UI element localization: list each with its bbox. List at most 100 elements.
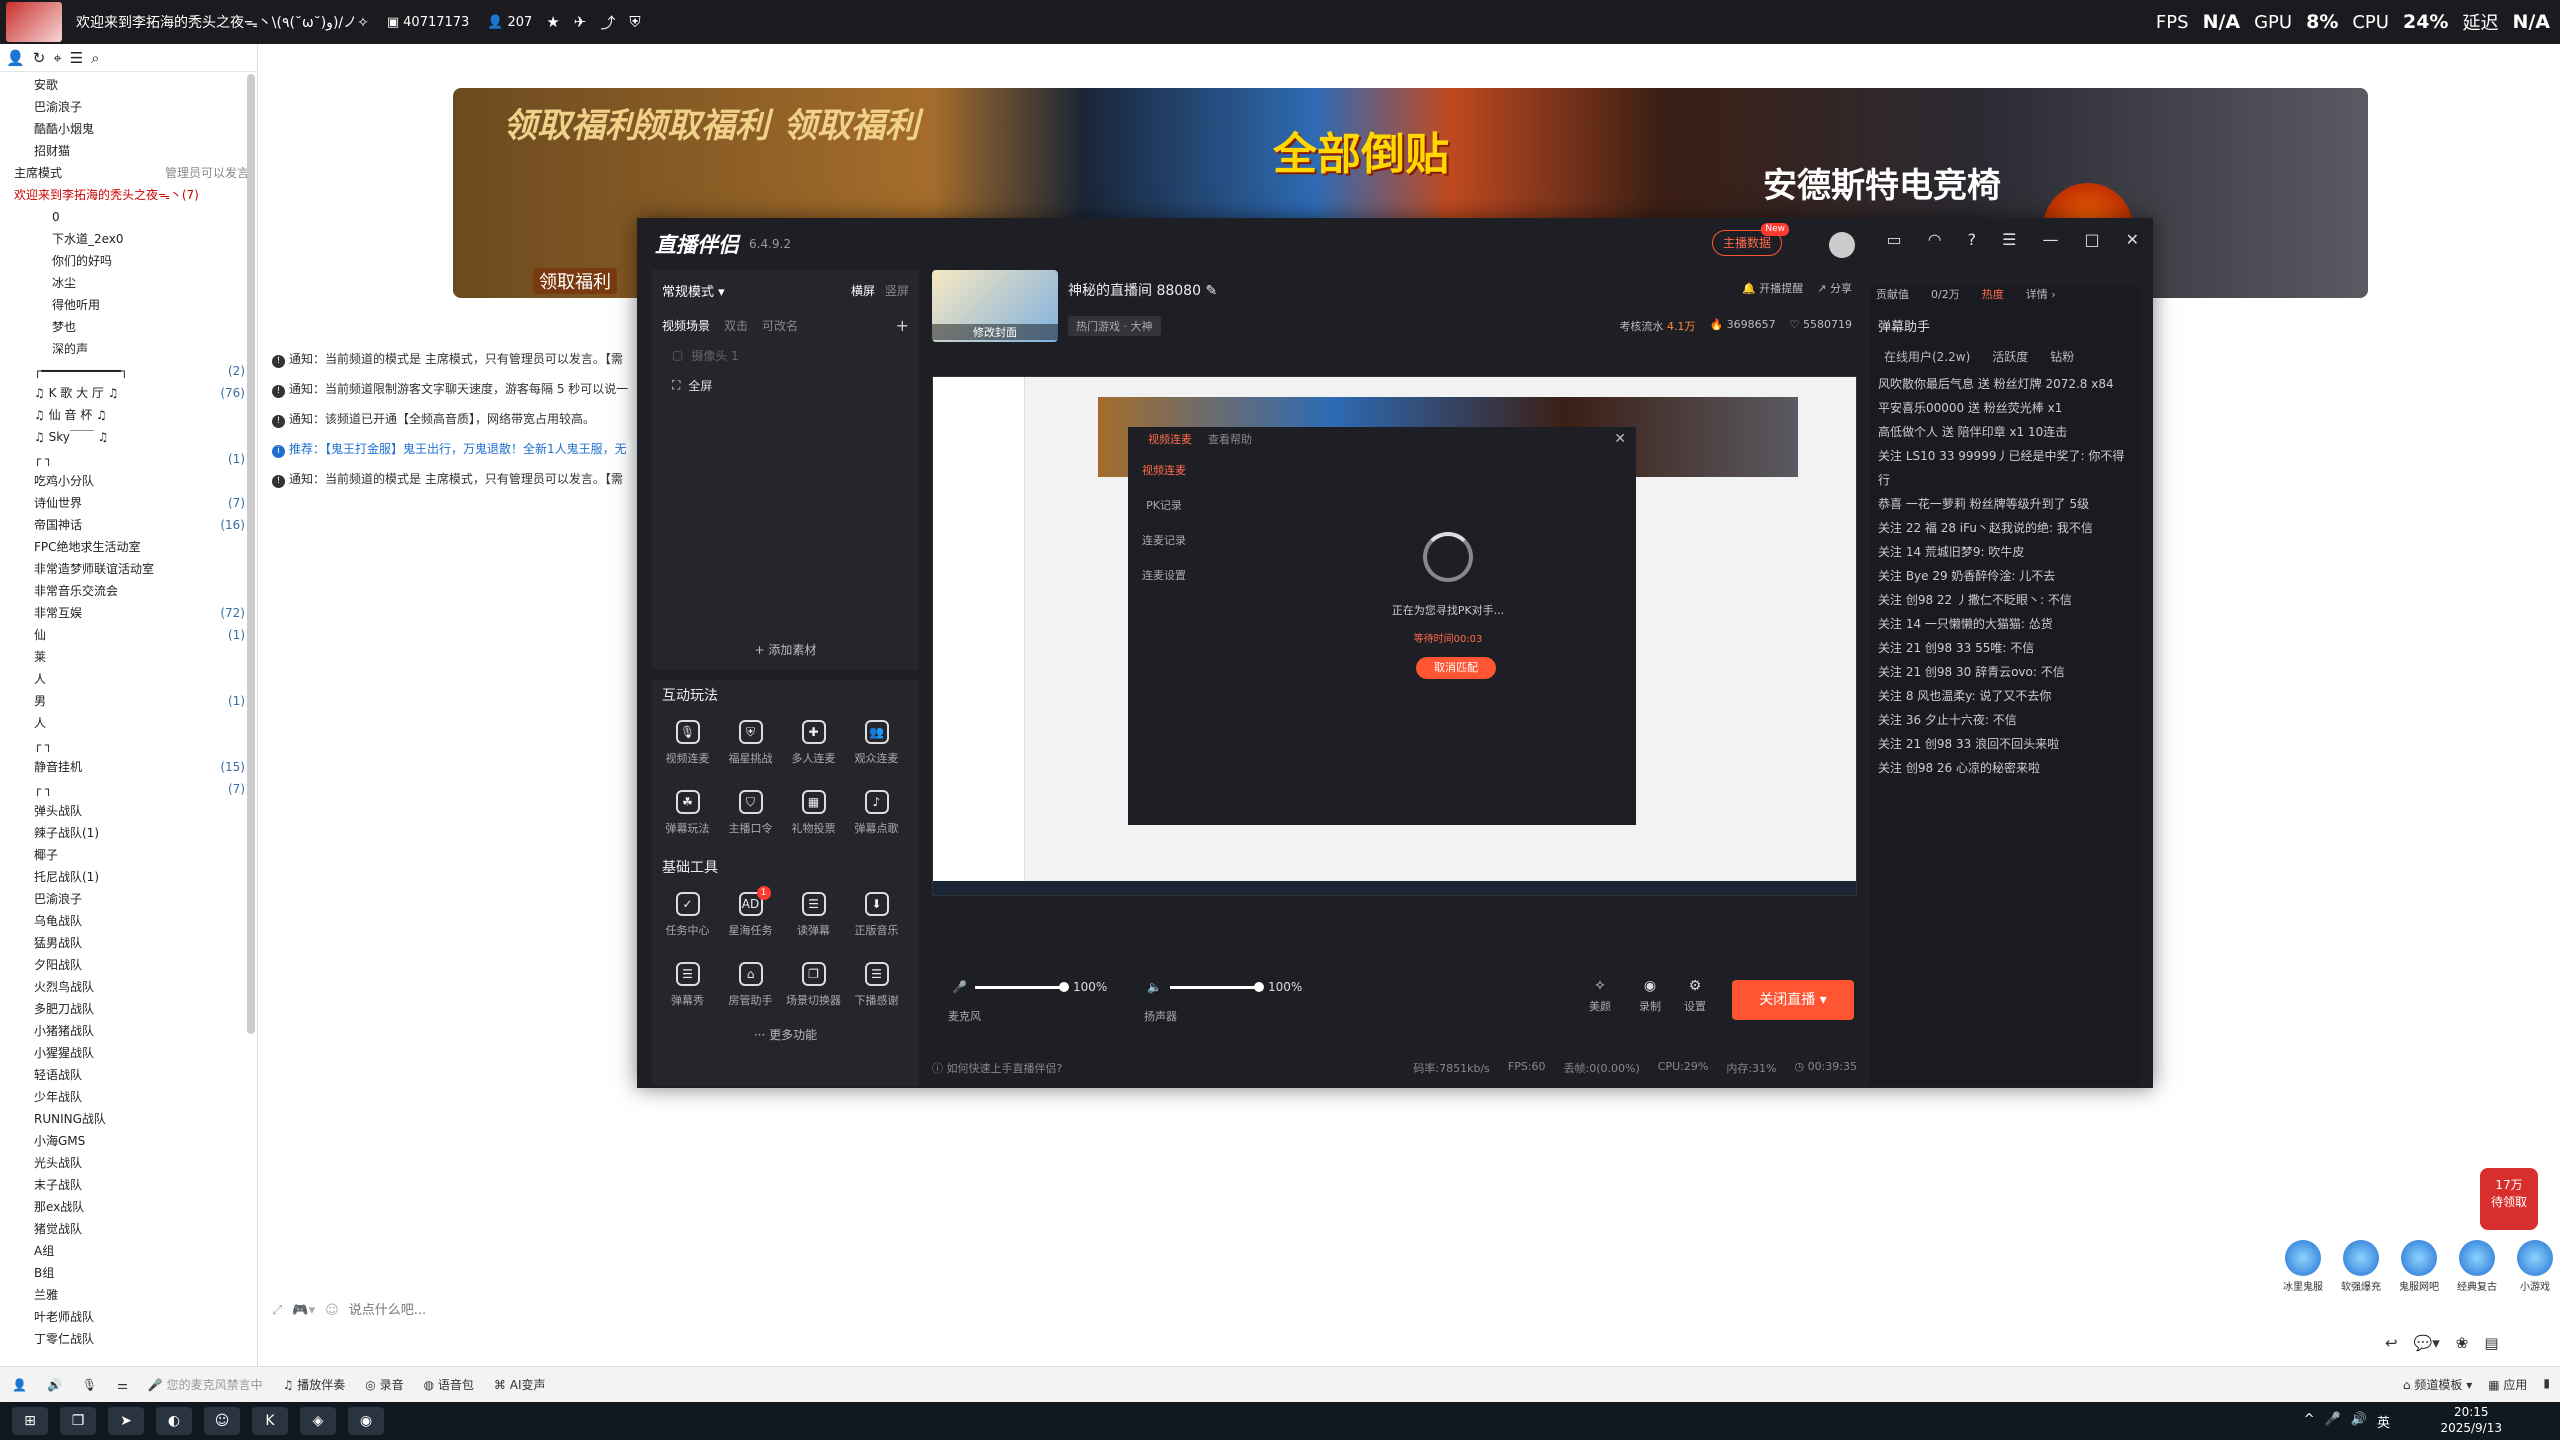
tool-basic-3[interactable]: ⬇ 正版音乐 [845, 884, 908, 946]
help-link[interactable]: ⓘ 如何快速上手直播伴侣? [932, 1060, 1062, 1076]
portrait-toggle[interactable]: 竖屏 [885, 282, 909, 299]
subchannel-item[interactable]: ┌ ┐ (1) [0, 448, 257, 470]
team-channel[interactable]: 叶老师战队 [0, 1306, 257, 1328]
gift-widget[interactable]: 17万 待领取 [2480, 1168, 2538, 1230]
tool-basic-0[interactable]: ✓ 任务中心 [656, 884, 719, 946]
channel-member[interactable]: 深的声 [0, 338, 257, 360]
subchannel-item[interactable]: ┌━━━━━━━━━━━┐ (2) [0, 360, 257, 382]
scene-mode-select[interactable]: 常规模式 ▾ [662, 281, 725, 300]
team-channel[interactable]: 光头战队 [0, 1152, 257, 1174]
team-channel[interactable]: 辣子战队(1) [0, 822, 257, 844]
app-pinned-icon[interactable]: ◉ [348, 1407, 384, 1435]
channel-member[interactable]: 招财猫 [0, 140, 257, 162]
windows-start-icon[interactable]: ⊞ [12, 1407, 48, 1435]
team-channel[interactable]: 乌龟战队 [0, 910, 257, 932]
tool-basic-2[interactable]: ☰ 读弹幕 [782, 884, 845, 946]
shield-icon[interactable]: ⛨ [629, 13, 640, 31]
mic-slider[interactable] [974, 981, 1069, 992]
subchannel-item[interactable]: 莱 [0, 646, 257, 668]
user-icon[interactable]: 👤 [6, 49, 25, 67]
close-icon[interactable]: ✕ [2126, 230, 2139, 249]
channel-member[interactable]: 0 [0, 206, 257, 228]
room-name[interactable]: 神秘的直播间 88080 ✎ [1068, 280, 1217, 300]
subchannel-item[interactable]: ♫ 仙 音 杯 ♫ [0, 404, 257, 426]
mini-app[interactable]: 鬼服网吧 [2394, 1240, 2444, 1293]
tab-online-users[interactable]: 在线用户(2.2w) [1884, 342, 1970, 372]
tab-video-scene[interactable]: 视频场景 [662, 317, 710, 334]
beauty-button[interactable]: ✧ 美颜 [1582, 978, 1618, 1014]
subchannel-item[interactable]: FPC绝地求生活动室 [0, 536, 257, 558]
subchannel-item[interactable]: 吃鸡小分队 [0, 470, 257, 492]
chat-input[interactable] [348, 1302, 949, 1318]
team-channel[interactable]: 轻语战队 [0, 1064, 257, 1086]
team-channel[interactable]: 末子战队 [0, 1174, 257, 1196]
streamer-data-button[interactable]: 主播数据 New [1712, 223, 1790, 256]
streamer-avatar[interactable] [1829, 232, 1855, 258]
list-icon[interactable]: ☰ [70, 49, 83, 67]
speaker-volume[interactable]: 🔈 100% [1147, 980, 1302, 994]
tab-help[interactable]: 查看帮助 [1208, 427, 1252, 453]
gamepad-icon[interactable]: 🎮▾ [292, 1303, 315, 1318]
chevron-up-icon[interactable]: ^ [2304, 1412, 2315, 1431]
tool-interactive-6[interactable]: ▦ 礼物投票 [782, 782, 845, 844]
tool-basic-1[interactable]: AD 1 星海任务 [719, 884, 782, 946]
room-category[interactable]: 热门游戏 · 大神 [1068, 316, 1161, 336]
settings-button[interactable]: ⚙ 设置 [1677, 978, 1713, 1014]
user-status-icon[interactable]: 👤 [12, 1378, 27, 1392]
subchannel-item[interactable]: 帝国神话 (16) [0, 514, 257, 536]
mini-app[interactable]: 小游戏 [2510, 1240, 2560, 1293]
pk-menu-item[interactable]: 连麦记录 [1128, 523, 1200, 558]
mixer-icon[interactable]: ⚌ [117, 1378, 128, 1392]
speaker-icon[interactable]: 🔈 [1147, 980, 1162, 994]
team-channel[interactable]: 托尼战队(1) [0, 866, 257, 888]
voice-pack-button[interactable]: ◍ 语音包 [424, 1376, 474, 1393]
mini-app[interactable]: 冰里鬼服 [2278, 1240, 2328, 1293]
team-channel[interactable]: 小猩猩战队 [0, 1042, 257, 1064]
subchannel-item[interactable]: 非常音乐交流会 [0, 580, 257, 602]
flower-icon[interactable]: ❀ [2456, 1334, 2469, 1352]
star-icon[interactable]: ★ [546, 13, 559, 31]
clock[interactable]: 20:15 2025/9/13 [2440, 1404, 2502, 1436]
team-channel[interactable]: 火烈鸟战队 [0, 976, 257, 998]
subchannel-item[interactable]: 男 (1) [0, 690, 257, 712]
team-channel[interactable]: 猛男战队 [0, 932, 257, 954]
team-channel[interactable]: 巴渝浪子 [0, 888, 257, 910]
input-language[interactable]: 英 [2377, 1412, 2390, 1431]
mini-app[interactable]: 软强爆充 [2336, 1240, 2386, 1293]
ai-voice-button[interactable]: ⌘ AI变声 [494, 1376, 546, 1393]
app-pinned-icon[interactable]: K [252, 1407, 288, 1435]
subchannel-item[interactable]: ♫ Sky￣￣ ♫ [0, 426, 257, 448]
team-channel[interactable]: 小海GMS [0, 1130, 257, 1152]
team-channel[interactable]: 少年战队 [0, 1086, 257, 1108]
app-pinned-icon[interactable]: ➤ [108, 1407, 144, 1435]
tool-interactive-2[interactable]: ✚ 多人连麦 [782, 712, 845, 774]
mic-icon[interactable]: 🎤 [2325, 1412, 2341, 1431]
tool-interactive-5[interactable]: ⛉ 主播口令 [719, 782, 782, 844]
tool-interactive-0[interactable]: 🎙 视频连麦 [656, 712, 719, 774]
record-audio-button[interactable]: ◎ 录音 [365, 1376, 403, 1393]
team-channel[interactable]: 小猪猪战队 [0, 1020, 257, 1042]
scene-item-fullscreen[interactable]: ⛶ 全屏 [652, 370, 919, 400]
share-icon[interactable]: ⤴ [600, 12, 615, 33]
search-icon[interactable]: ⌕ [91, 49, 99, 67]
history-icon[interactable]: ↻ [33, 49, 46, 67]
task-view-icon[interactable]: ❐ [60, 1407, 96, 1435]
headset-icon[interactable]: ◠ [1928, 230, 1942, 249]
tool-interactive-7[interactable]: ♪ 弹幕点歌 [845, 782, 908, 844]
volume-icon[interactable]: 🔊 [2351, 1412, 2367, 1431]
record-button[interactable]: ◉ 录制 [1632, 978, 1668, 1014]
tool-basic-4[interactable]: ☰ 弹幕秀 [656, 954, 719, 1016]
cancel-match-button[interactable]: 取消匹配 [1416, 657, 1496, 679]
location-icon[interactable]: ⌖ [53, 49, 61, 67]
team-channel[interactable]: 那ex战队 [0, 1196, 257, 1218]
subchannel-item[interactable]: 静音挂机 (15) [0, 756, 257, 778]
team-channel[interactable]: 猪觉战队 [0, 1218, 257, 1240]
channel-member[interactable]: 巴渝浪子 [0, 96, 257, 118]
mini-app[interactable]: 经典复古 [2452, 1240, 2502, 1293]
team-channel[interactable]: 夕阳战队 [0, 954, 257, 976]
stream-cover[interactable]: 修改封面 [932, 270, 1058, 342]
team-channel[interactable]: 多肥刀战队 [0, 998, 257, 1020]
emoji-icon[interactable]: ☺ [325, 1303, 339, 1318]
speaker-slider[interactable] [1169, 981, 1264, 992]
share-button[interactable]: ↗ 分享 [1817, 280, 1852, 296]
